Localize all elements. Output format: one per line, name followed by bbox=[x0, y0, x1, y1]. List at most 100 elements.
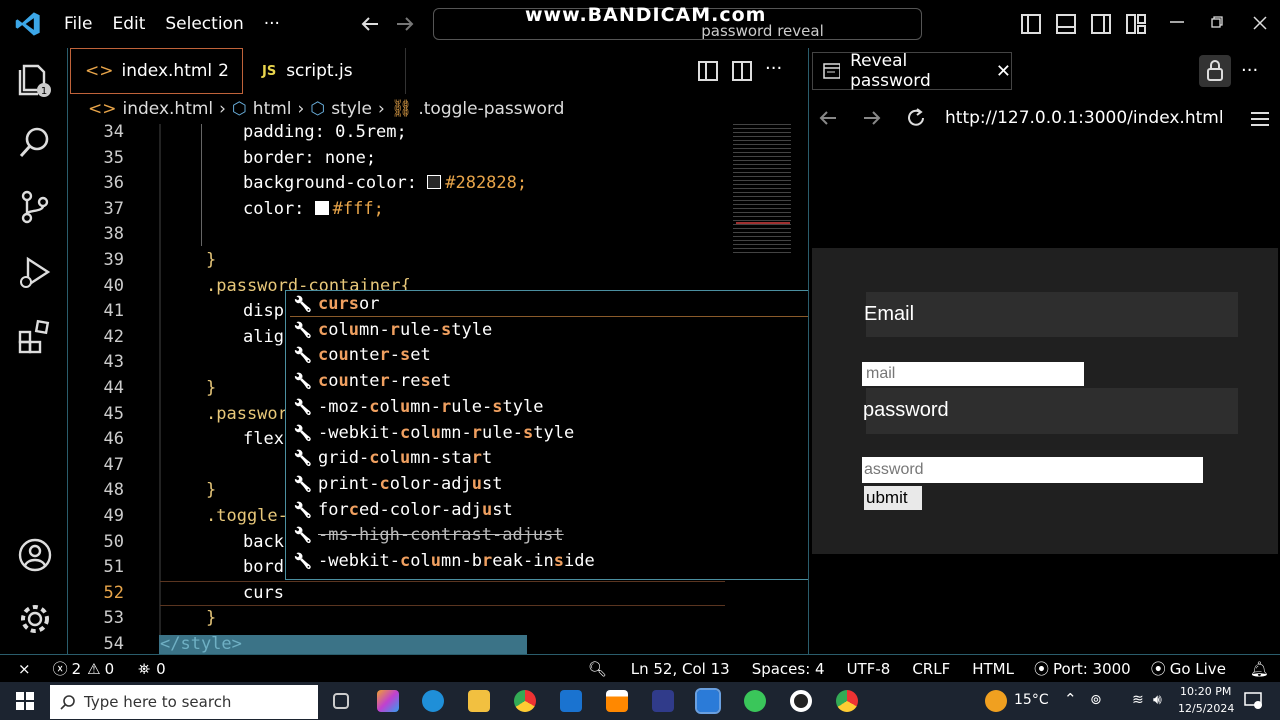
breadcrumb-index-html[interactable]: index.html bbox=[123, 99, 214, 119]
breadcrumb-style[interactable]: style bbox=[331, 99, 372, 119]
restore-icon[interactable] bbox=[1211, 16, 1223, 28]
vscode-taskbar-icon[interactable] bbox=[695, 688, 721, 714]
browser-back-icon[interactable] bbox=[818, 108, 838, 128]
mail-icon[interactable] bbox=[560, 690, 582, 712]
code-text: .toggle- bbox=[206, 506, 288, 526]
account-icon[interactable] bbox=[16, 536, 54, 574]
menu-edit[interactable]: Edit bbox=[112, 14, 145, 34]
errors-icon[interactable]: ⓧ bbox=[53, 658, 68, 679]
windows-start-icon[interactable] bbox=[16, 692, 34, 710]
temperature[interactable]: 15°C bbox=[1014, 692, 1049, 708]
suggestion-item[interactable]: 🔧 -webkit-column-rule-style bbox=[290, 420, 860, 446]
edge-icon[interactable] bbox=[422, 690, 444, 712]
dev-icon[interactable] bbox=[652, 690, 674, 712]
suggestion-item[interactable]: 🔧 -moz-column-rule-style bbox=[290, 394, 860, 420]
menu-file[interactable]: File bbox=[64, 14, 92, 34]
split-editor-icon[interactable] bbox=[731, 60, 753, 82]
tab-index-html[interactable]: <> index.html 2 bbox=[70, 48, 243, 94]
close-window-icon[interactable] bbox=[1253, 16, 1267, 30]
tab-reveal-password[interactable]: Reveal password ✕ bbox=[812, 51, 1012, 91]
tray-volume-icon[interactable]: 🔊︎ bbox=[1153, 692, 1162, 708]
menu-selection[interactable]: Selection bbox=[165, 14, 243, 34]
suggestion-item[interactable]: 🔧 print-color-adjust bbox=[290, 471, 860, 497]
password-input[interactable]: assword bbox=[862, 457, 1203, 483]
whatsapp-icon[interactable] bbox=[744, 690, 766, 712]
suggestion-item[interactable]: 🔧 -webkit-column-break-inside bbox=[290, 548, 860, 574]
minimap[interactable] bbox=[733, 124, 791, 254]
browser-forward-icon[interactable] bbox=[862, 108, 882, 128]
suggestion-item[interactable]: 🔧 -ms-high-contrast-adjust bbox=[290, 522, 860, 548]
go-live-button[interactable]: Go Live bbox=[1170, 660, 1226, 678]
close-tab-icon[interactable]: ✕ bbox=[996, 61, 1011, 82]
tab-script-js[interactable]: JS script.js bbox=[248, 48, 406, 94]
minimize-icon[interactable] bbox=[1170, 20, 1184, 24]
ports-count[interactable]: 0 bbox=[156, 660, 166, 678]
settings-gear-icon[interactable] bbox=[16, 600, 54, 638]
copilot-icon[interactable] bbox=[377, 690, 399, 712]
file-explorer-icon[interactable] bbox=[468, 690, 490, 712]
hamburger-menu-icon[interactable] bbox=[1250, 110, 1270, 128]
toggle-sidebar-icon[interactable] bbox=[1020, 13, 1042, 35]
extensions-icon[interactable] bbox=[16, 318, 54, 356]
remote-icon[interactable]: ⨯ bbox=[18, 660, 31, 678]
suggestion-item[interactable]: 🔧 forced-color-adjust bbox=[290, 497, 860, 523]
submit-button[interactable]: ubmit bbox=[864, 486, 922, 510]
tray-chevron-up-icon[interactable]: ⌃ bbox=[1064, 690, 1077, 708]
breadcrumb-html[interactable]: html bbox=[253, 99, 292, 119]
taskbar-search[interactable]: Type here to search bbox=[50, 685, 318, 719]
browser-more-icon[interactable]: ··· bbox=[1241, 60, 1258, 81]
record-icon[interactable] bbox=[790, 690, 812, 712]
suggestion-item[interactable]: 🔧 cursor bbox=[290, 291, 860, 317]
chevron-right-icon: › bbox=[219, 99, 226, 119]
cursor-position[interactable]: Ln 52, Col 13 bbox=[631, 660, 730, 678]
zoom-icon[interactable]: 🔍︎ bbox=[588, 660, 607, 678]
warnings-icon[interactable]: ⚠ bbox=[87, 660, 100, 678]
source-control-icon[interactable] bbox=[16, 188, 54, 226]
chrome-icon[interactable] bbox=[514, 690, 536, 712]
task-view-icon[interactable] bbox=[333, 693, 349, 709]
clock-date[interactable]: 12/5/2024 bbox=[1178, 702, 1234, 715]
warning-count[interactable]: 0 bbox=[105, 660, 115, 678]
color-swatch[interactable] bbox=[314, 200, 329, 215]
more-actions-icon[interactable]: ··· bbox=[765, 58, 782, 79]
tray-wifi-icon[interactable]: ≋ bbox=[1132, 692, 1144, 708]
indent-guide bbox=[201, 124, 202, 246]
address-bar[interactable]: http://127.0.0.1:3000/index.html bbox=[945, 108, 1224, 128]
weather-icon[interactable] bbox=[985, 690, 1007, 712]
breadcrumb-toggle-password[interactable]: .toggle-password bbox=[418, 99, 564, 119]
toggle-secondary-sidebar-icon[interactable] bbox=[1090, 13, 1112, 35]
line-number: 53 bbox=[103, 608, 124, 629]
vlc-icon[interactable] bbox=[606, 690, 628, 712]
action-center-icon[interactable] bbox=[1243, 690, 1263, 710]
forward-arrow-icon[interactable] bbox=[395, 14, 415, 34]
tray-network-icon[interactable]: ⊚ bbox=[1090, 692, 1102, 708]
lock-group-button[interactable] bbox=[1199, 55, 1231, 87]
customize-layout-icon[interactable] bbox=[1125, 13, 1147, 35]
encoding[interactable]: UTF-8 bbox=[847, 660, 891, 678]
line-number: 37 bbox=[103, 198, 124, 219]
suggestion-item[interactable]: 🔧 column-rule-style bbox=[290, 317, 860, 343]
indentation[interactable]: Spaces: 4 bbox=[752, 660, 825, 678]
clock-time[interactable]: 10:20 PM bbox=[1180, 685, 1231, 698]
email-input[interactable]: mail bbox=[862, 362, 1084, 386]
search-icon[interactable] bbox=[16, 124, 54, 162]
suggest-widget[interactable]: 🔧 cursor 🔧 column-rule-style 🔧 counter-set 🔧 co… bbox=[285, 290, 867, 580]
back-arrow-icon[interactable] bbox=[360, 14, 380, 34]
run-debug-icon[interactable] bbox=[16, 254, 54, 292]
open-preview-icon[interactable] bbox=[697, 60, 719, 82]
port-indicator[interactable]: Port: 3000 bbox=[1053, 660, 1131, 678]
ports-icon[interactable]: ⛯ bbox=[138, 660, 150, 678]
suggestion-item[interactable]: 🔧 counter-reset bbox=[290, 368, 860, 394]
end-of-line[interactable]: CRLF bbox=[912, 660, 950, 678]
suggestion-item[interactable]: 🔧 grid-column-start bbox=[290, 445, 860, 471]
color-swatch[interactable] bbox=[427, 175, 442, 190]
toggle-panel-icon[interactable] bbox=[1055, 13, 1077, 35]
error-count[interactable]: 2 bbox=[72, 660, 82, 678]
chrome-profile-icon[interactable] bbox=[836, 690, 858, 712]
language-mode[interactable]: HTML bbox=[972, 660, 1014, 678]
reload-icon[interactable] bbox=[905, 107, 927, 129]
notifications-bell-icon[interactable]: 🔔︎ bbox=[1250, 660, 1269, 678]
suggestion-item[interactable]: 🔧 counter-set bbox=[290, 342, 860, 368]
explorer-icon[interactable]: 1 bbox=[16, 60, 54, 98]
menu-more[interactable]: ··· bbox=[264, 14, 280, 34]
